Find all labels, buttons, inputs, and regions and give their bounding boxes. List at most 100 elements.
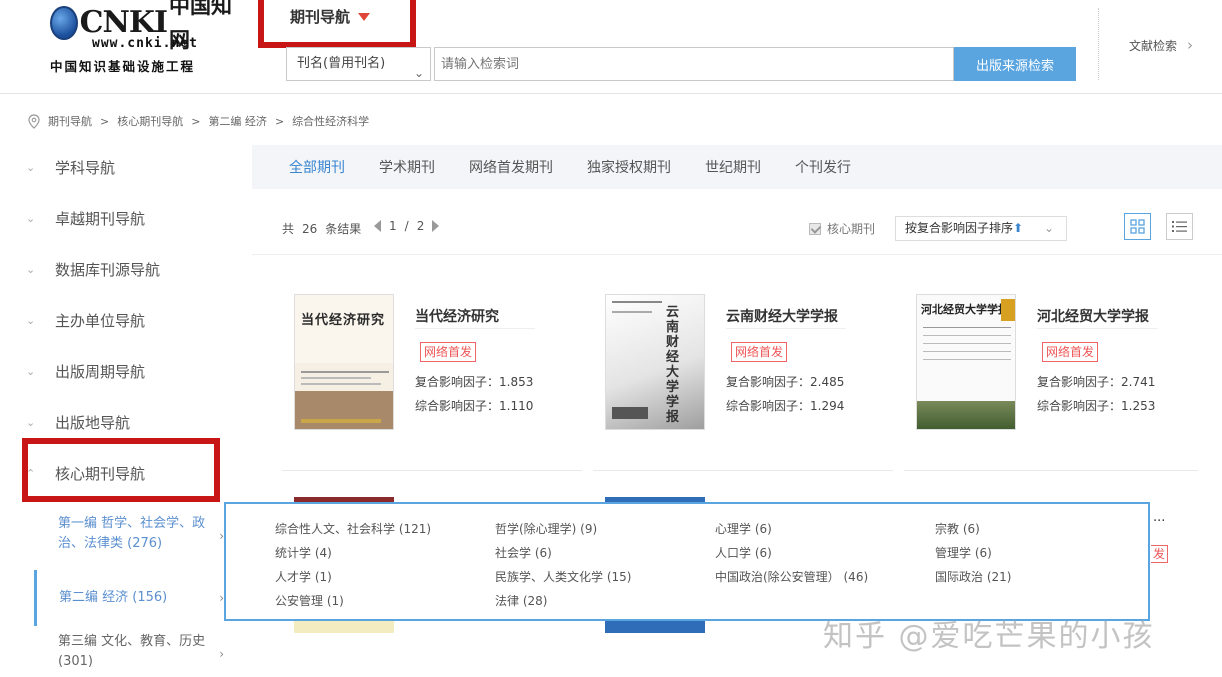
journal-cover-partial[interactable] bbox=[294, 621, 394, 633]
sub-item-label: 第三编 文化、教育、历史 (301) bbox=[58, 634, 206, 669]
journal-title[interactable]: 云南财经大学学报 bbox=[726, 306, 838, 326]
chevron-down-icon: ⌄ bbox=[26, 211, 36, 225]
category-item[interactable]: 统计学 (4) bbox=[275, 544, 332, 561]
cover-title: 当代经济研究 bbox=[301, 313, 386, 328]
row-divider bbox=[282, 470, 582, 471]
category-item[interactable]: 社会学 (6) bbox=[495, 544, 552, 561]
next-page-icon[interactable] bbox=[432, 220, 440, 232]
count-suffix: 条结果 bbox=[325, 222, 362, 236]
chevron-right-icon: › bbox=[219, 647, 224, 661]
sidebar-item-label: 出版周期导航 bbox=[55, 362, 146, 381]
online-first-badge-partial: 发 bbox=[1151, 545, 1168, 563]
grid-view-button[interactable] bbox=[1124, 213, 1151, 240]
document-search-label: 文献检索 bbox=[1129, 38, 1178, 53]
category-item[interactable]: 心理学 (6) bbox=[715, 520, 772, 537]
category-item[interactable]: 宗教 (6) bbox=[935, 520, 980, 537]
sidebar-item-excellence[interactable]: ⌄ 卓越期刊导航 bbox=[26, 204, 145, 232]
category-item[interactable]: 民族学、人类文化学 (15) bbox=[495, 568, 631, 585]
comprehensive-impact-factor: 综合影响因子：1.294 bbox=[726, 399, 845, 413]
breadcrumb-sep: > bbox=[191, 114, 201, 128]
journal-nav-button[interactable]: 期刊导航 bbox=[290, 6, 371, 27]
logo-subtitle: 中国知识基础设施工程 bbox=[50, 59, 196, 74]
sort-select[interactable]: 按复合影响因子排序⬆ ⌄ bbox=[895, 216, 1067, 241]
document-search-link[interactable]: 文献检索 › bbox=[1129, 36, 1193, 54]
category-item[interactable]: 公安管理 (1) bbox=[275, 592, 344, 609]
card-divider bbox=[726, 328, 846, 329]
chevron-down-icon: ⌄ bbox=[413, 66, 424, 80]
breadcrumb-sep: > bbox=[274, 114, 285, 128]
core-journal-label: 核心期刊 bbox=[827, 222, 876, 236]
online-first-badge: 网络首发 bbox=[420, 342, 477, 362]
card-divider bbox=[1037, 328, 1157, 329]
cnki-logo[interactable]: CNKI 中国知网 www.cnki.net 中国知识基础设施工程 bbox=[50, 0, 235, 74]
journal-cover[interactable]: 河北经贸大学学报 bbox=[916, 294, 1016, 430]
chevron-down-icon: ⌄ bbox=[1043, 221, 1054, 235]
pager: 1 / 2 bbox=[374, 219, 440, 233]
breadcrumb-item[interactable]: 核心期刊导航 bbox=[117, 113, 183, 129]
chevron-down-icon: ⌄ bbox=[26, 262, 36, 276]
grid-icon bbox=[1130, 219, 1145, 234]
source-search-button[interactable]: 出版来源检索 bbox=[954, 47, 1076, 81]
sub-item-philosophy[interactable]: 第一编 哲学、社会学、政治、法律类 (276) › bbox=[34, 514, 224, 554]
breadcrumb-item[interactable]: 综合性经济科学 bbox=[292, 113, 369, 129]
prev-page-icon[interactable] bbox=[374, 220, 381, 232]
search-input[interactable] bbox=[434, 47, 954, 81]
tab-academic[interactable]: 学术期刊 bbox=[379, 157, 435, 177]
sidebar-item-label: 主办单位导航 bbox=[55, 311, 146, 330]
count-prefix: 共 bbox=[282, 222, 295, 236]
sidebar-item-location[interactable]: ⌄ 出版地导航 bbox=[26, 408, 130, 436]
journal-card[interactable]: 当代经济研究 当代经济研究 网络首发 复合影响因子：1.853 综合影响因子：1… bbox=[294, 294, 584, 474]
count-value: 26 bbox=[302, 221, 318, 236]
category-item[interactable]: 管理学 (6) bbox=[935, 544, 992, 561]
category-item[interactable]: 哲学(除心理学) (9) bbox=[495, 520, 597, 537]
core-journal-checkbox[interactable] bbox=[809, 222, 821, 235]
breadcrumb-item[interactable]: 第二编 经济 bbox=[208, 113, 267, 129]
comprehensive-impact-factor: 综合影响因子：1.253 bbox=[1037, 399, 1156, 413]
chevron-down-icon: ⌄ bbox=[26, 160, 36, 174]
logo-cnki-text: CNKI bbox=[79, 5, 168, 40]
list-icon bbox=[1172, 221, 1187, 232]
tab-online-first[interactable]: 网络首发期刊 bbox=[469, 157, 553, 177]
sub-item-culture[interactable]: 第三编 文化、教育、历史 (301) › bbox=[34, 632, 224, 672]
tab-all[interactable]: 全部期刊 bbox=[289, 157, 345, 177]
chevron-down-icon: ⌄ bbox=[26, 415, 36, 429]
tab-exclusive[interactable]: 独家授权期刊 bbox=[587, 157, 671, 177]
watermark: 知乎 @爱吃芒果的小孩 bbox=[823, 619, 1155, 654]
sidebar-item-sponsor[interactable]: ⌄ 主办单位导航 bbox=[26, 306, 145, 334]
journal-cover[interactable]: 云南财经大学学报 bbox=[605, 294, 705, 430]
page-total: 2 bbox=[416, 219, 425, 233]
journal-cover-partial[interactable] bbox=[605, 621, 705, 633]
chevron-down-icon: ⌄ bbox=[26, 313, 36, 327]
category-item[interactable]: 中国政治(除公安管理） (46) bbox=[715, 568, 868, 585]
sub-item-economy[interactable]: 第二编 经济 (156) › bbox=[34, 570, 224, 626]
page-current: 1 bbox=[389, 219, 397, 233]
results-toolbar: 共 26 条结果 1 / 2 核心期刊 按复合影响因子排序⬆ ⌄ bbox=[282, 213, 1196, 241]
tab-century[interactable]: 世纪期刊 bbox=[705, 157, 761, 177]
journal-title[interactable]: 河北经贸大学学报 bbox=[1037, 306, 1149, 326]
category-item[interactable]: 综合性人文、社会科学 (121) bbox=[275, 520, 431, 537]
journal-card[interactable]: 河北经贸大学学报 河北经贸大学学报 网络首发 复合影响因子：2.741 综合影响… bbox=[916, 294, 1206, 474]
search-field-select[interactable]: 刊名(曾用刊名) ⌄ bbox=[286, 47, 431, 81]
category-item[interactable]: 国际政治 (21) bbox=[935, 568, 1011, 585]
sidebar-item-subject[interactable]: ⌄ 学科导航 bbox=[26, 153, 115, 181]
location-pin-icon bbox=[28, 114, 40, 129]
composite-impact-factor: 复合影响因子：2.741 bbox=[1037, 375, 1156, 389]
sort-label: 按复合影响因子排序 bbox=[905, 221, 1014, 235]
journal-cover[interactable]: 当代经济研究 bbox=[294, 294, 394, 430]
logo-url: www.cnki.net bbox=[92, 36, 198, 51]
category-item[interactable]: 人才学 (1) bbox=[275, 568, 332, 585]
sidebar-item-database[interactable]: ⌄ 数据库刊源导航 bbox=[26, 255, 160, 283]
list-view-button[interactable] bbox=[1166, 213, 1193, 240]
search-field-value: 刊名(曾用刊名) bbox=[297, 56, 386, 71]
sidebar-item-cycle[interactable]: ⌄ 出版周期导航 bbox=[26, 357, 145, 385]
category-item[interactable]: 法律 (28) bbox=[495, 592, 547, 609]
arrow-up-icon: ⬆ bbox=[1013, 221, 1024, 235]
breadcrumb-item[interactable]: 期刊导航 bbox=[48, 113, 92, 129]
tab-individual[interactable]: 个刊发行 bbox=[795, 157, 851, 177]
row-divider bbox=[593, 470, 893, 471]
category-item[interactable]: 人口学 (6) bbox=[715, 544, 772, 561]
core-journal-filter[interactable]: 核心期刊 bbox=[809, 220, 875, 237]
journal-card[interactable]: 云南财经大学学报 云南财经大学学报 网络首发 复合影响因子：2.485 综合影响… bbox=[605, 294, 895, 474]
journal-nav-label: 期刊导航 bbox=[290, 8, 351, 26]
journal-title[interactable]: 当代经济研究 bbox=[415, 306, 499, 326]
